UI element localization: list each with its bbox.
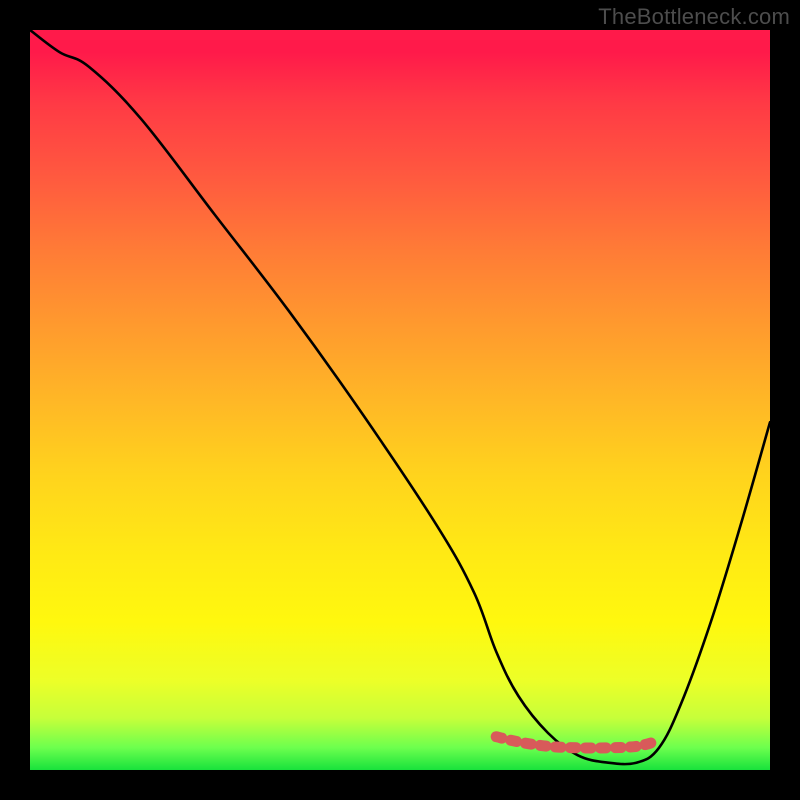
chart-frame: TheBottleneck.com [0,0,800,800]
bottleneck-curve-line [30,30,770,764]
chart-svg [30,30,770,770]
plot-area [30,30,770,770]
optimal-band-markers [496,737,659,748]
attribution-text: TheBottleneck.com [598,4,790,30]
curve-path [30,30,770,764]
band-path [496,737,659,748]
